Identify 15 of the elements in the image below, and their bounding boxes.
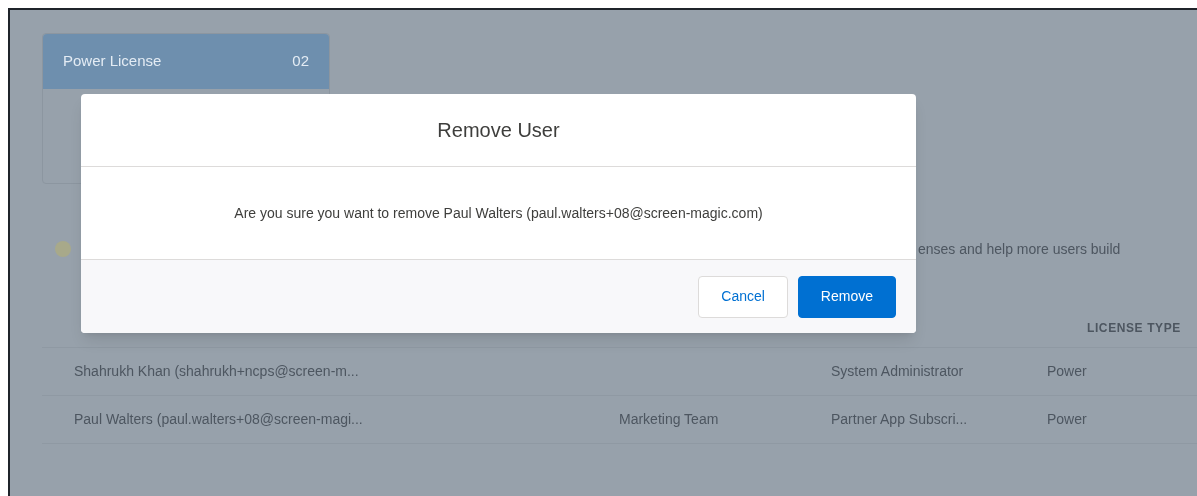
card-title: Power License (63, 51, 162, 72)
table-cell: Paul Walters (paul.walters+08@screen-magi... (74, 411, 363, 427)
license-count: 02 (292, 51, 309, 72)
cancel-button[interactable]: Cancel (698, 275, 788, 318)
table-cell: Power (1047, 411, 1087, 427)
notice-text: enses and help more users build (918, 239, 1121, 259)
remove-button[interactable]: Remove (797, 275, 896, 318)
table-cell: Power (1047, 363, 1087, 379)
table-cell: Partner App Subscri... (831, 411, 968, 427)
column-header: LICENSE TYPE (1087, 319, 1181, 337)
dialog-message: Are you sure you want to remove Paul Walters (paul.walters+08@screen-magic.com) (234, 203, 763, 223)
table-cell: Shahrukh Khan (shahrukh+ncps@screen-m... (74, 363, 359, 379)
dialog-title: Remove User (437, 118, 560, 143)
table-cell: Marketing Team (619, 411, 719, 427)
table-cell: System Administrator (831, 363, 964, 379)
